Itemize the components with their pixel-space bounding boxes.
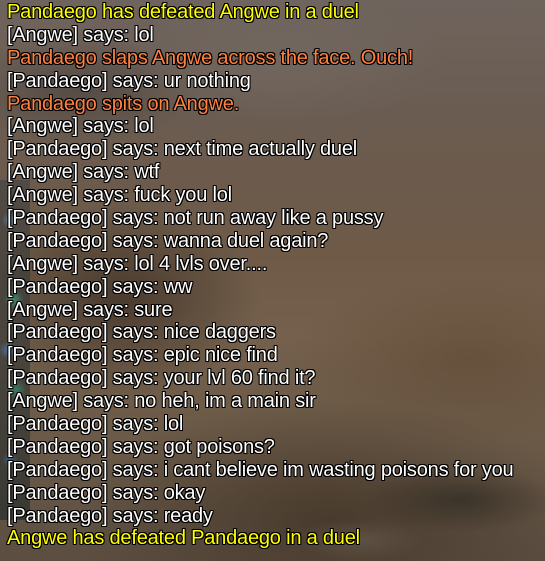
chat-message-say: [Pandaego] says: ww xyxy=(7,275,193,298)
chat-message-say: [Pandaego] says: okay xyxy=(7,481,206,504)
chat-message-say: [Angwe] says: lol xyxy=(7,23,154,46)
chat-message-emote: Pandaego slaps Angwe across the face. Ou… xyxy=(7,46,414,69)
chat-message-say: [Pandaego] says: i cant believe im wasti… xyxy=(7,458,514,481)
chat-message-say: [Pandaego] says: lol xyxy=(7,413,184,436)
chat-message-say: [Pandaego] says: next time actually duel xyxy=(7,138,357,161)
chat-message-say: [Angwe] says: wtf xyxy=(7,161,160,184)
chat-message-say: [Angwe] says: fuck you lol xyxy=(7,184,232,207)
chat-message-say: [Angwe] says: lol 4 lvls over.... xyxy=(7,252,268,275)
chat-message-say: [Pandaego] says: your lvl 60 find it? xyxy=(7,367,316,390)
chat-message-say: [Pandaego] says: epic nice find xyxy=(7,344,278,367)
chat-message-say: [Angwe] says: no heh, im a main sir xyxy=(7,390,316,413)
chat-message-say: [Pandaego] says: nice daggers xyxy=(7,321,276,344)
chat-frame[interactable]: Pandaego has defeated Angwe in a duel [An… xyxy=(7,1,545,550)
chat-message-say: [Pandaego] says: not run away like a pus… xyxy=(7,207,384,230)
chat-message-say: [Pandaego] says: ur nothing xyxy=(7,69,251,92)
chat-message-say: [Angwe] says: lol xyxy=(7,115,154,138)
chat-message-say: [Angwe] says: sure xyxy=(7,298,173,321)
chat-message-system: Angwe has defeated Pandaego in a duel xyxy=(7,527,360,550)
chat-message-say: [Pandaego] says: wanna duel again? xyxy=(7,229,329,252)
chat-message-system: Pandaego has defeated Angwe in a duel xyxy=(7,1,359,23)
chat-message-say: [Pandaego] says: ready xyxy=(7,504,213,527)
chat-message-emote: Pandaego spits on Angwe. xyxy=(7,92,240,115)
chat-message-say: [Pandaego] says: got poisons? xyxy=(7,435,275,458)
